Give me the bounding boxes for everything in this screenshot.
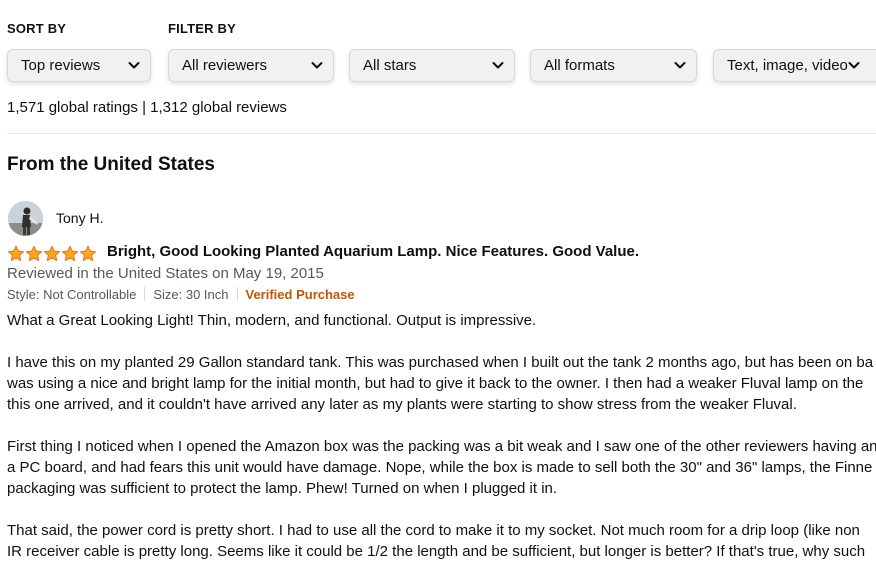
sort-dropdown-value: Top reviews — [21, 57, 101, 74]
divider — [7, 133, 876, 134]
review-line: was using a nice and bright lamp for the… — [7, 375, 864, 392]
review-line: First thing I noticed when I opened the … — [7, 438, 876, 455]
avatar — [8, 201, 43, 236]
stars-filter-dropdown[interactable]: All stars — [349, 49, 515, 82]
review-date: Reviewed in the United States on May 19,… — [7, 265, 324, 282]
review-line: packaging was sufficient to protect the … — [7, 480, 558, 497]
media-filter-dropdown[interactable]: Text, image, video — [713, 49, 876, 82]
sort-by-label: SORT BY — [7, 21, 67, 36]
review-meta: Style: Not Controllable Size: 30 Inch Veri… — [7, 287, 355, 302]
review-paragraph: That said, the power cord is pretty shor… — [7, 520, 876, 562]
review-line: I have this on my planted 29 Gallon stan… — [7, 354, 874, 371]
stars-filter-value: All stars — [363, 57, 417, 74]
star-icon — [7, 245, 25, 262]
reviewers-filter-value: All reviewers — [182, 57, 268, 74]
review-style[interactable]: Style: Not Controllable — [7, 287, 136, 302]
star-icon — [79, 245, 97, 262]
media-filter-value: Text, image, video — [727, 57, 848, 74]
review-line: IR receiver cable is pretty long. Seems … — [7, 543, 866, 560]
review-title[interactable]: Bright, Good Looking Planted Aquarium La… — [107, 243, 639, 260]
review-paragraph: First thing I noticed when I opened the … — [7, 436, 876, 499]
star-icon — [61, 245, 79, 262]
chevron-down-icon — [311, 59, 323, 71]
reviewer-name[interactable]: Tony H. — [56, 210, 103, 226]
reviewers-filter-dropdown[interactable]: All reviewers — [168, 49, 334, 82]
chevron-down-icon — [492, 59, 504, 71]
review-size[interactable]: Size: 30 Inch — [153, 287, 228, 302]
formats-filter-dropdown[interactable]: All formats — [530, 49, 697, 82]
ratings-summary: 1,571 global ratings | 1,312 global revi… — [7, 99, 287, 116]
review-line: What a Great Looking Light! Thin, modern… — [7, 312, 537, 329]
sort-dropdown[interactable]: Top reviews — [7, 49, 151, 82]
filter-by-label: FILTER BY — [168, 21, 236, 36]
chevron-down-icon — [848, 59, 860, 71]
section-heading: From the United States — [7, 154, 215, 175]
reviews-panel: SORT BY FILTER BY Top reviews All review… — [0, 0, 876, 564]
star-rating[interactable] — [7, 245, 97, 262]
separator — [144, 287, 146, 301]
formats-filter-value: All formats — [544, 57, 615, 74]
star-icon — [43, 245, 61, 262]
review-line: That said, the power cord is pretty shor… — [7, 522, 860, 539]
separator — [236, 287, 238, 301]
review-paragraph: What a Great Looking Light! Thin, modern… — [7, 310, 876, 331]
review-line: a PC board, and had fears this unit woul… — [7, 459, 873, 476]
review-paragraph: I have this on my planted 29 Gallon stan… — [7, 352, 876, 415]
chevron-down-icon — [674, 59, 686, 71]
review-line: this one arrived, and it couldn't have a… — [7, 396, 797, 413]
star-icon — [25, 245, 43, 262]
chevron-down-icon — [128, 59, 140, 71]
verified-purchase-badge: Verified Purchase — [245, 287, 355, 302]
